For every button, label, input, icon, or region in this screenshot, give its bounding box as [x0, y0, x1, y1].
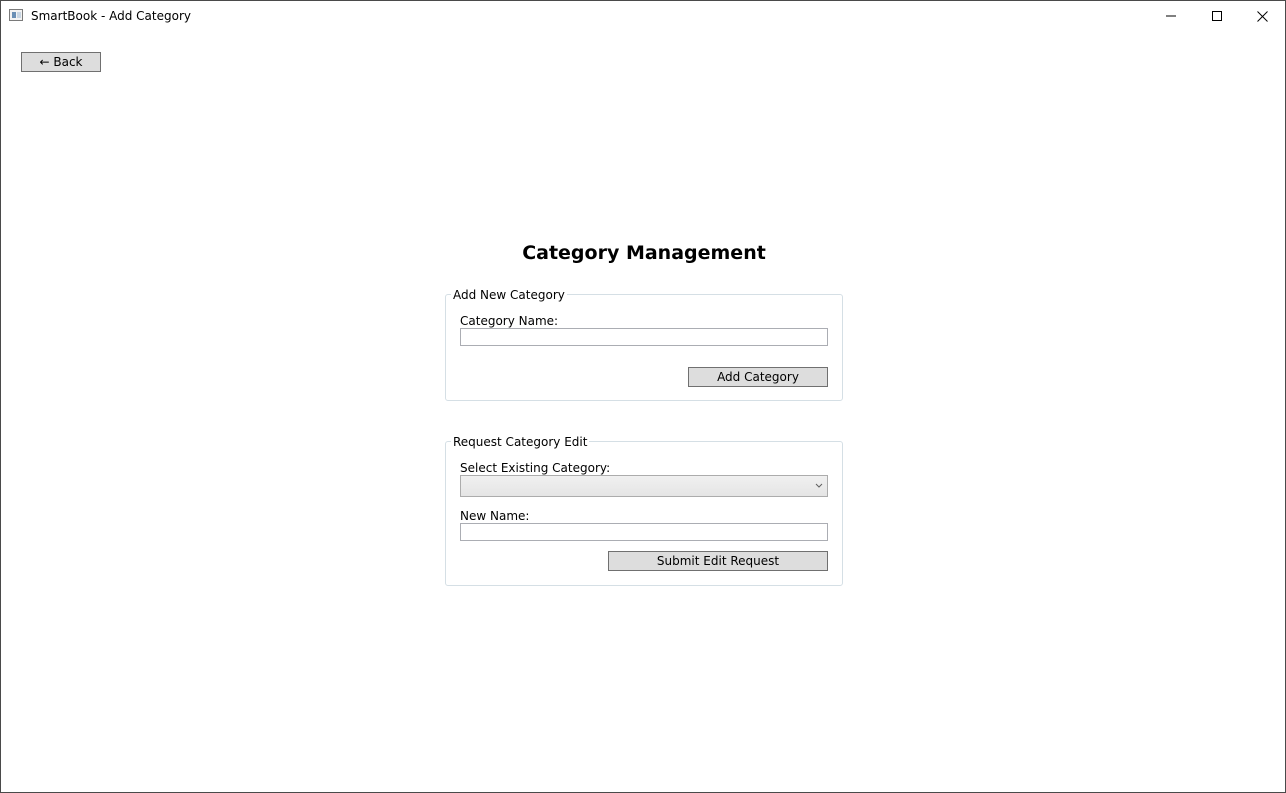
minimize-button[interactable]: [1148, 1, 1194, 31]
maximize-icon: [1212, 11, 1222, 21]
add-category-button[interactable]: Add Category: [688, 367, 828, 387]
close-button[interactable]: [1239, 1, 1285, 31]
app-window: SmartBook - Add Category ← Back Category…: [0, 0, 1286, 793]
select-category-label: Select Existing Category:: [460, 461, 611, 475]
page-title: Category Management: [522, 242, 766, 264]
request-edit-group: Request Category Edit Select Existing Ca…: [445, 434, 843, 586]
close-icon: [1256, 10, 1268, 22]
add-category-group-header: Add New Category: [451, 287, 567, 303]
category-name-label: Category Name:: [460, 314, 559, 328]
back-button[interactable]: ← Back: [21, 52, 101, 72]
title-bar[interactable]: SmartBook - Add Category: [1, 1, 1285, 31]
category-name-input[interactable]: [460, 328, 828, 346]
app-window-icon: [9, 9, 23, 21]
submit-edit-request-button[interactable]: Submit Edit Request: [608, 551, 828, 571]
request-edit-group-header: Request Category Edit: [451, 434, 590, 450]
minimize-icon: [1166, 15, 1176, 17]
add-category-group: Add New Category Category Name: Add Cate…: [445, 287, 843, 401]
new-name-label: New Name:: [460, 509, 530, 523]
new-name-input[interactable]: [460, 523, 828, 541]
maximize-button[interactable]: [1194, 1, 1240, 31]
chevron-down-icon: [815, 483, 823, 488]
existing-category-select[interactable]: [460, 475, 828, 497]
window-title: SmartBook - Add Category: [31, 9, 191, 23]
